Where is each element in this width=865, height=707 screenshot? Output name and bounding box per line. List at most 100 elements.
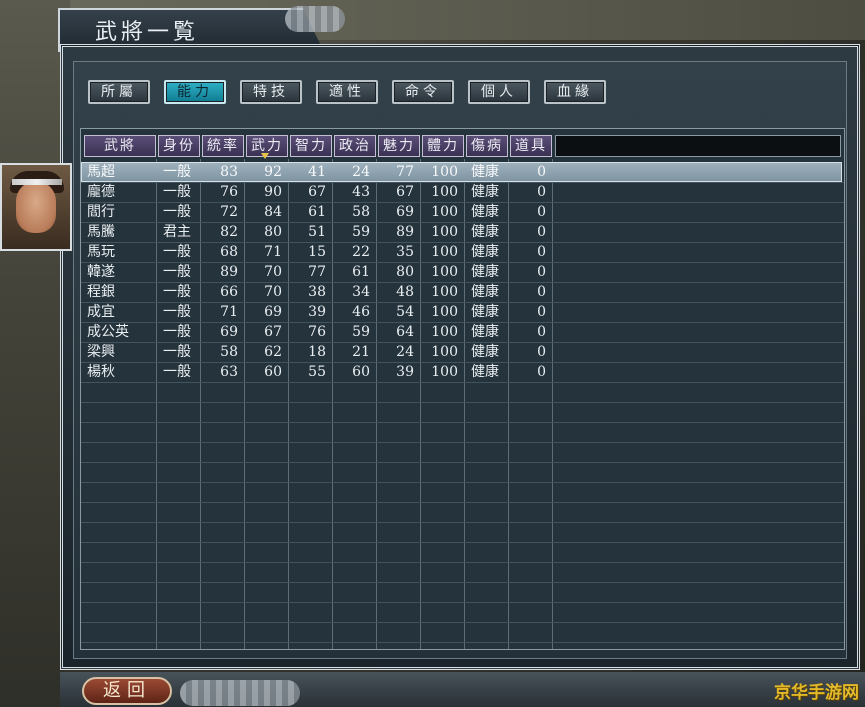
cell-politics: 34 <box>352 284 370 300</box>
portrait-headband <box>12 179 62 185</box>
cell-rank: 一般 <box>163 324 191 340</box>
table-row-divider <box>81 522 844 523</box>
table-row-divider <box>81 382 844 383</box>
cell-charisma: 35 <box>396 244 414 260</box>
cell-charisma: 48 <box>396 284 414 300</box>
tab-affiliation[interactable]: 所屬 <box>88 80 150 104</box>
cell-officer: 成宜 <box>87 304 115 320</box>
cell-items: 0 <box>537 344 546 360</box>
table-row-divider <box>81 502 844 503</box>
cell-stamina: 100 <box>431 204 458 220</box>
cell-intelligence: 41 <box>308 164 326 180</box>
cell-officer: 楊秋 <box>87 364 115 380</box>
cell-items: 0 <box>537 184 546 200</box>
table-row[interactable]: 馬騰 君主 82 80 51 59 89 100 健康 0 <box>81 222 842 242</box>
cell-charisma: 67 <box>396 184 414 200</box>
column-header-leadership[interactable]: 統率 <box>202 135 244 157</box>
cell-injury: 健康 <box>471 324 499 340</box>
cell-items: 0 <box>537 264 546 280</box>
window-title: 武將一覧 <box>95 20 200 45</box>
table-row-divider <box>81 482 844 483</box>
cell-rank: 一般 <box>163 364 191 380</box>
tab-aptitude[interactable]: 適性 <box>316 80 378 104</box>
cell-war: 84 <box>264 204 282 220</box>
column-header-items[interactable]: 道具 <box>510 135 552 157</box>
cell-injury: 健康 <box>471 204 499 220</box>
tab-bloodline[interactable]: 血緣 <box>544 80 606 104</box>
table-row-divider <box>81 582 844 583</box>
cell-injury: 健康 <box>471 244 499 260</box>
cell-rank: 一般 <box>163 164 191 180</box>
sort-indicator-icon <box>261 153 269 159</box>
table-row[interactable]: 閻行 一般 72 84 61 58 69 100 健康 0 <box>81 202 842 222</box>
cell-intelligence: 39 <box>308 304 326 320</box>
cell-items: 0 <box>537 324 546 340</box>
column-header-stamina[interactable]: 體力 <box>422 135 464 157</box>
table-row[interactable]: 馬超 一般 83 92 41 24 77 100 健康 0 <box>81 162 842 182</box>
cell-politics: 58 <box>352 204 370 220</box>
cell-war: 70 <box>264 284 282 300</box>
column-header-rank[interactable]: 身份 <box>158 135 200 157</box>
table-row[interactable]: 程銀 一般 66 70 38 34 48 100 健康 0 <box>81 282 842 302</box>
cell-leadership: 68 <box>220 244 238 260</box>
portrait-face <box>16 181 56 233</box>
officer-table: 武將 身份 統率 武力 智力 政治 魅力 體力 傷病 道具 馬超 一般 83 92 41… <box>80 128 845 650</box>
cell-stamina: 100 <box>431 304 458 320</box>
cell-war: 70 <box>264 264 282 280</box>
cell-intelligence: 67 <box>308 184 326 200</box>
cell-items: 0 <box>537 204 546 220</box>
cell-politics: 22 <box>352 244 370 260</box>
tab-skills[interactable]: 特技 <box>240 80 302 104</box>
cell-charisma: 80 <box>396 264 414 280</box>
cell-leadership: 82 <box>220 224 238 240</box>
cell-officer: 成公英 <box>87 324 129 340</box>
cell-politics: 43 <box>352 184 370 200</box>
table-row-divider <box>81 402 844 403</box>
column-header-injury[interactable]: 傷病 <box>466 135 508 157</box>
table-row-divider <box>81 422 844 423</box>
cell-politics: 24 <box>352 164 370 180</box>
table-row[interactable]: 成公英 一般 69 67 76 59 64 100 健康 0 <box>81 322 842 342</box>
cell-items: 0 <box>537 304 546 320</box>
column-header-charisma[interactable]: 魅力 <box>378 135 420 157</box>
table-row-divider <box>81 442 844 443</box>
cell-officer: 梁興 <box>87 344 115 360</box>
cell-leadership: 89 <box>220 264 238 280</box>
table-row[interactable]: 馬玩 一般 68 71 15 22 35 100 健康 0 <box>81 242 842 262</box>
cell-officer: 程銀 <box>87 284 115 300</box>
tab-orders[interactable]: 命令 <box>392 80 454 104</box>
cell-war: 67 <box>264 324 282 340</box>
cell-intelligence: 18 <box>308 344 326 360</box>
table-row[interactable]: 成宜 一般 71 69 39 46 54 100 健康 0 <box>81 302 842 322</box>
cell-leadership: 83 <box>220 164 238 180</box>
tab-ability[interactable]: 能力 <box>164 80 226 104</box>
column-header-intelligence[interactable]: 智力 <box>290 135 332 157</box>
column-header-politics[interactable]: 政治 <box>334 135 376 157</box>
column-header-officer[interactable]: 武將 <box>84 135 156 157</box>
table-row[interactable]: 楊秋 一般 63 60 55 60 39 100 健康 0 <box>81 362 842 382</box>
cell-charisma: 77 <box>396 164 414 180</box>
cell-politics: 46 <box>352 304 370 320</box>
table-row[interactable]: 梁興 一般 58 62 18 21 24 100 健康 0 <box>81 342 842 362</box>
table-row-divider <box>81 642 844 643</box>
cell-war: 71 <box>264 244 282 260</box>
table-row[interactable]: 韓遂 一般 89 70 77 61 80 100 健康 0 <box>81 262 842 282</box>
cell-rank: 一般 <box>163 304 191 320</box>
cell-intelligence: 55 <box>308 364 326 380</box>
table-row[interactable]: 龐德 一般 76 90 67 43 67 100 健康 0 <box>81 182 842 202</box>
cell-rank: 一般 <box>163 284 191 300</box>
cell-items: 0 <box>537 224 546 240</box>
cell-politics: 59 <box>352 324 370 340</box>
cell-officer: 龐德 <box>87 184 115 200</box>
cell-injury: 健康 <box>471 164 499 180</box>
cell-intelligence: 51 <box>308 224 326 240</box>
cell-injury: 健康 <box>471 304 499 320</box>
cell-war: 80 <box>264 224 282 240</box>
cell-items: 0 <box>537 364 546 380</box>
cell-rank: 一般 <box>163 344 191 360</box>
back-button[interactable]: 返回 <box>82 677 172 705</box>
tab-personal[interactable]: 個人 <box>468 80 530 104</box>
cell-injury: 健康 <box>471 224 499 240</box>
cell-officer: 馬超 <box>87 164 115 180</box>
cell-leadership: 63 <box>220 364 238 380</box>
